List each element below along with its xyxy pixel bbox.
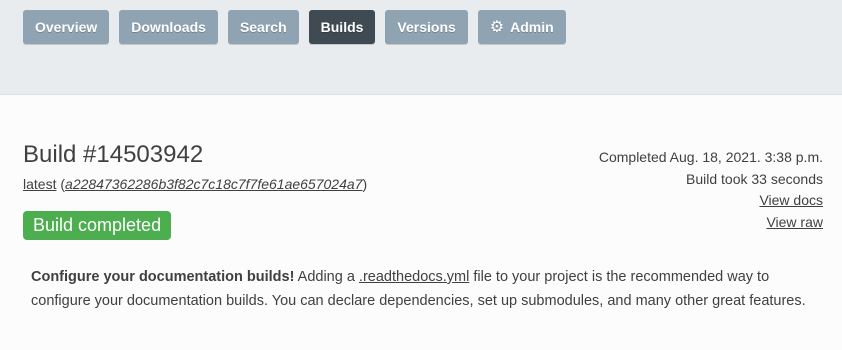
notice-text-before: Adding a	[294, 269, 359, 285]
nav-versions-button[interactable]: Versions	[385, 10, 468, 44]
notice-heading: Configure your documentation builds!	[31, 269, 295, 285]
nav-admin-button[interactable]: ⚙ Admin	[477, 10, 566, 44]
build-version-line: latest (a22847362286b3f82c7c18c7f7fe61ae…	[23, 176, 367, 192]
nav-builds-button[interactable]: Builds	[308, 10, 376, 44]
paren-close: )	[362, 176, 368, 192]
nav-search-button[interactable]: Search	[227, 10, 299, 44]
build-meta: Completed Aug. 18, 2021. 3:38 p.m. Build…	[599, 147, 823, 233]
view-raw-link[interactable]: View raw	[599, 212, 823, 234]
nav-admin-label: Admin	[510, 19, 554, 35]
gear-icon: ⚙	[489, 19, 505, 36]
status-badge: Build completed	[23, 211, 172, 240]
completed-time: Completed Aug. 18, 2021. 3:38 p.m.	[598, 149, 823, 165]
build-duration: Build took 33 seconds	[686, 170, 823, 187]
version-link[interactable]: latest	[23, 176, 56, 192]
header-bar: Overview Downloads Search Builds Version…	[0, 0, 842, 95]
view-docs-link[interactable]: View docs	[599, 190, 823, 212]
page-title: Build #14503942	[23, 141, 204, 168]
config-notice: Configure your documentation builds! Add…	[31, 265, 811, 313]
readthedocs-yml-link[interactable]: .readthedocs.yml	[359, 269, 469, 285]
commit-link[interactable]: a22847362286b3f82c7c18c7f7fe61ae657024a7	[65, 176, 362, 192]
project-nav: Overview Downloads Search Builds Version…	[23, 10, 566, 44]
nav-overview-button[interactable]: Overview	[23, 10, 110, 44]
nav-downloads-button[interactable]: Downloads	[119, 10, 218, 44]
